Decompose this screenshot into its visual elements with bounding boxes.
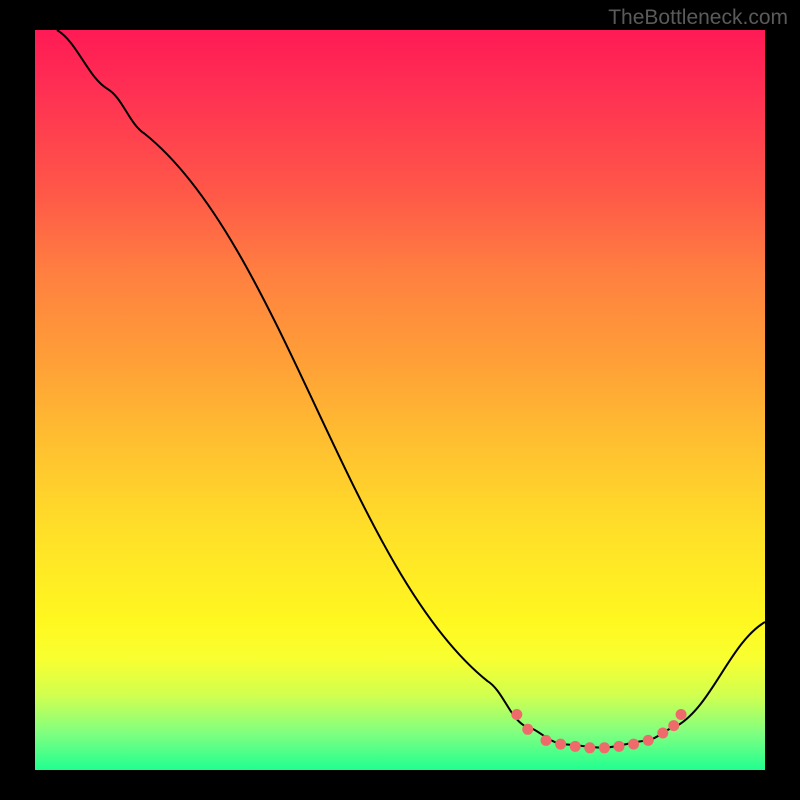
chart-svg — [35, 30, 765, 770]
highlight-dot — [522, 724, 533, 735]
highlight-dot — [676, 709, 687, 720]
chart-plot-area — [35, 30, 765, 770]
highlight-dot — [599, 742, 610, 753]
highlight-dot — [614, 741, 625, 752]
highlight-dot — [541, 735, 552, 746]
curve-path — [57, 30, 765, 748]
highlight-dot — [584, 742, 595, 753]
highlight-dot — [643, 735, 654, 746]
highlight-dot — [657, 728, 668, 739]
highlight-dot — [570, 741, 581, 752]
highlight-dot — [555, 739, 566, 750]
watermark-text: TheBottleneck.com — [608, 6, 788, 30]
highlight-dot — [668, 720, 679, 731]
highlight-dot — [511, 709, 522, 720]
highlight-dot — [628, 739, 639, 750]
